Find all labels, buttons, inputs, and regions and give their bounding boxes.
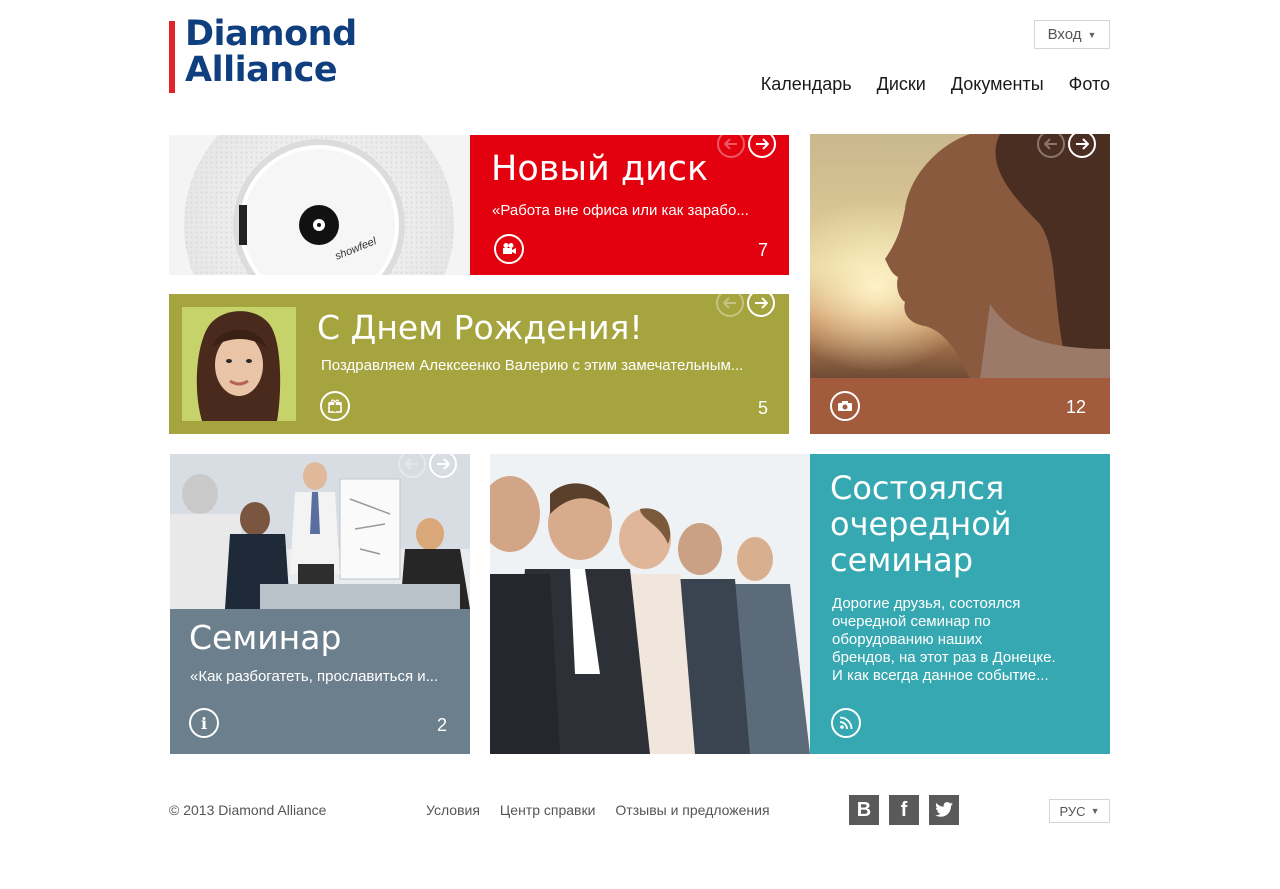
footer-link-help[interactable]: Центр справки xyxy=(500,802,596,818)
news-text-line: Дорогие друзья, состоялся xyxy=(832,595,1021,612)
login-label: Вход xyxy=(1047,26,1082,43)
login-button[interactable]: Вход ▼ xyxy=(1034,20,1110,49)
video-camera-icon xyxy=(494,234,524,264)
arrow-left-icon[interactable] xyxy=(1037,134,1065,158)
birthday-tile[interactable]: С Днем Рождения! Поздравляем Алексеенко … xyxy=(169,294,789,434)
logo-text: Diamond Alliance xyxy=(185,16,357,88)
vk-icon[interactable]: B xyxy=(849,795,879,825)
birthday-person-photo xyxy=(182,307,296,421)
photo-tile[interactable]: 12 xyxy=(810,134,1110,434)
language-selector[interactable]: РУС ▼ xyxy=(1049,799,1110,823)
logo-line-1: Diamond xyxy=(185,14,357,54)
news-text-line: брендов, на этот раз в Донецке. xyxy=(832,649,1056,666)
rss-icon xyxy=(831,708,861,738)
seminar-tile[interactable]: Семинар «Как разбогатеть, прославиться и… xyxy=(170,454,470,754)
seminar-title: Семинар xyxy=(189,618,342,657)
info-icon: i xyxy=(189,708,219,738)
footer-link-feedback[interactable]: Отзывы и предложения xyxy=(615,802,769,818)
nav-disks[interactable]: Диски xyxy=(877,74,926,95)
arrow-right-icon[interactable] xyxy=(1068,134,1096,158)
nav-photo[interactable]: Фото xyxy=(1069,74,1110,95)
footer-links: Условия Центр справки Отзывы и предложен… xyxy=(426,802,770,818)
new-disk-tile[interactable]: Новый диск «Работа вне офиса или как зар… xyxy=(470,135,789,275)
seminar-text: «Как разбогатеть, прославиться и... xyxy=(190,668,439,685)
arrow-left-icon[interactable] xyxy=(398,454,426,478)
logo-line-2: Alliance xyxy=(185,50,338,90)
vk-label: B xyxy=(856,798,872,821)
news-text-line: И как всегда данное событие... xyxy=(832,667,1049,684)
facebook-label: f xyxy=(900,798,908,821)
news-text-line: очередной семинар по xyxy=(832,613,991,630)
new-disk-title: Новый диск xyxy=(491,149,709,189)
seminar-count: 2 xyxy=(437,715,448,735)
birthday-title: С Днем Рождения! xyxy=(317,308,643,347)
news-title: Состоялся очередной семинар xyxy=(830,470,1012,578)
seminar-audience-photo xyxy=(490,454,810,754)
birthday-text: Поздравляем Алексеенко Валерию с этим за… xyxy=(321,357,744,374)
nav-documents[interactable]: Документы xyxy=(951,74,1044,95)
seminar-audience-tile[interactable] xyxy=(490,454,810,754)
news-title-line: Состоялся xyxy=(830,469,1005,507)
footer-link-terms[interactable]: Условия xyxy=(426,802,480,818)
photo-tile-footer: 12 xyxy=(810,378,1110,434)
disk-image-tile[interactable]: showfeel xyxy=(169,135,470,275)
copyright: © 2013 Diamond Alliance xyxy=(169,802,327,818)
news-tile[interactable]: Состоялся очередной семинар Дорогие друз… xyxy=(810,454,1110,754)
news-text: Дорогие друзья, состоялся очередной семи… xyxy=(832,595,1056,685)
new-disk-text: «Работа вне офиса или как зарабо... xyxy=(492,202,749,219)
language-label: РУС xyxy=(1059,803,1086,819)
logo[interactable]: Diamond Alliance xyxy=(169,16,379,94)
cd-player-image xyxy=(169,135,470,275)
photo-arrows xyxy=(1037,134,1096,158)
gift-icon xyxy=(320,391,350,421)
new-disk-arrows xyxy=(717,135,776,158)
twitter-icon[interactable] xyxy=(929,795,959,825)
camera-icon xyxy=(830,391,860,421)
woman-profile-photo xyxy=(810,134,1110,379)
caret-down-icon: ▼ xyxy=(1090,806,1100,816)
news-title-line: очередной xyxy=(830,505,1012,543)
news-text-line: оборудованию наших xyxy=(832,631,983,648)
arrow-left-icon[interactable] xyxy=(717,135,745,158)
new-disk-count: 7 xyxy=(758,240,769,260)
facebook-icon[interactable]: f xyxy=(889,795,919,825)
caret-down-icon: ▼ xyxy=(1087,29,1097,40)
main-nav: Календарь Диски Документы Фото xyxy=(740,74,1110,95)
birthday-arrows xyxy=(716,294,775,317)
arrow-left-icon[interactable] xyxy=(716,294,744,317)
birthday-count: 5 xyxy=(758,398,769,418)
arrow-right-icon[interactable] xyxy=(429,454,457,478)
nav-calendar[interactable]: Календарь xyxy=(761,74,852,95)
arrow-right-icon[interactable] xyxy=(748,135,776,158)
logo-accent-bar xyxy=(169,21,175,93)
news-title-line: семинар xyxy=(830,541,974,579)
photo-count: 12 xyxy=(1066,397,1087,417)
arrow-right-icon[interactable] xyxy=(747,294,775,317)
seminar-arrows xyxy=(398,454,457,478)
